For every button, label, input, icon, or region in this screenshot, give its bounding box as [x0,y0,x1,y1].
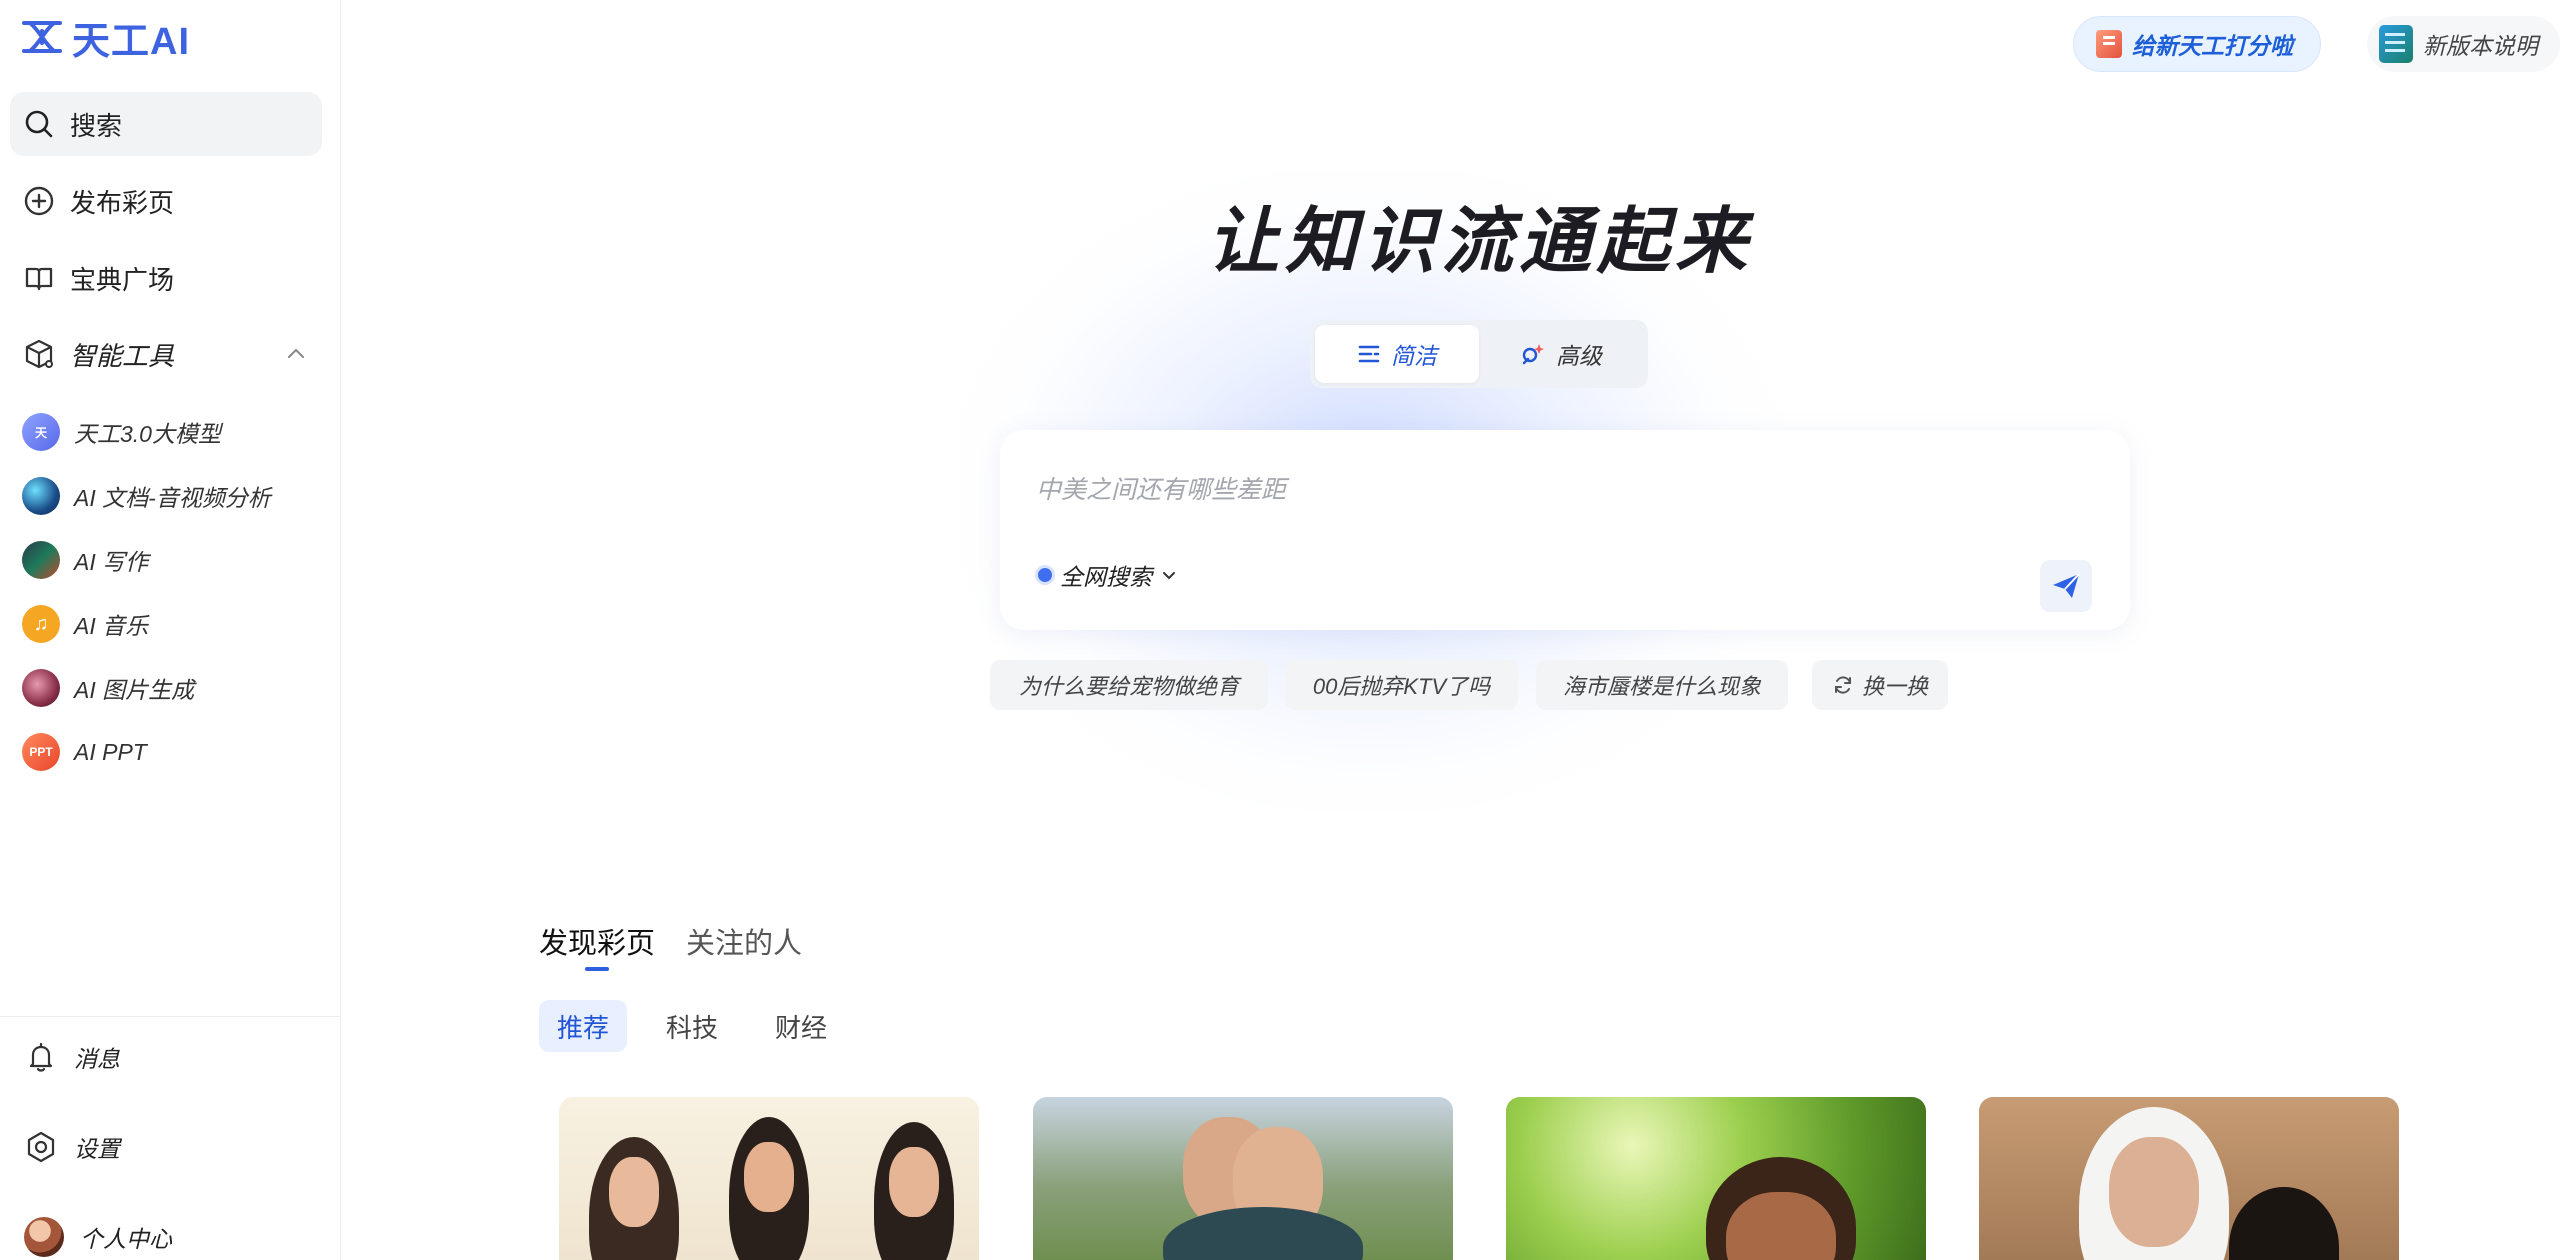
tool-label: AI 写作 [74,549,149,575]
refresh-suggestions-button[interactable]: 换一换 [1812,660,1948,710]
mode-switch: 简洁 高级 [1310,320,1648,388]
refresh-icon [1834,676,1851,694]
mode-label: 简洁 [1391,343,1437,369]
card-image [2229,1187,2339,1260]
sidebar-item-tools[interactable]: 智能工具 [10,322,322,386]
sidebar-item-label: 智能工具 [70,340,175,371]
release-notes-label: 新版本说明 [2423,33,2538,59]
send-button[interactable] [2040,560,2092,612]
paper-plane-icon [2053,573,2080,598]
refresh-label: 换一换 [1861,674,1928,699]
mode-label: 高级 [1556,343,1602,369]
release-notes-icon [2379,25,2413,63]
search-scope-dropdown[interactable]: 全网搜索 [1038,558,1178,592]
music-note-icon: ♫ [22,605,60,643]
logo[interactable]: 天工AI [20,12,191,63]
suggestion-text: 为什么要给宠物做绝育 [1018,674,1239,699]
sidebar-item-search[interactable]: 搜索 [10,92,322,156]
book-icon [22,261,56,295]
tool-label: AI 图片生成 [74,677,195,703]
tab-following[interactable]: 关注的人 [686,920,802,962]
card-image [2109,1137,2199,1247]
category-tech[interactable]: 科技 [648,1000,736,1052]
ai-writing-icon [22,541,60,579]
doc-av-analysis-icon [22,477,60,515]
cube-icon [22,337,56,371]
active-tab-indicator [585,967,609,971]
list-lines-icon [1358,345,1380,363]
logo-text: 天工AI [72,20,191,63]
tool-label: AI 文档-音视频分析 [74,485,271,511]
feed-card[interactable] [1506,1097,1926,1260]
card-image [889,1147,939,1217]
bottom-item-label: 消息 [74,1046,120,1072]
tool-doc-av-analysis[interactable]: AI 文档-音视频分析 [22,474,271,518]
sidebar-divider [0,1016,340,1017]
bottom-item-label: 设置 [74,1136,120,1162]
suggestion-chip[interactable]: 海市蜃楼是什么现象 [1536,660,1788,710]
search-icon [22,107,56,141]
sidebar-item-publish[interactable]: 发布彩页 [10,169,322,233]
suggestion-text: 海市蜃楼是什么现象 [1562,674,1761,699]
search-scope-label: 全网搜索 [1060,564,1152,590]
chevron-up-icon[interactable] [284,342,308,366]
tiangong-logo-icon [22,21,62,53]
tool-label: 天工3.0大模型 [74,421,221,447]
search-input[interactable] [1036,470,2036,510]
feed-card[interactable] [1033,1097,1453,1260]
settings-hex-icon [27,1131,55,1163]
tab-discover[interactable]: 发现彩页 [539,920,655,962]
tool-image-gen[interactable]: AI 图片生成 [22,666,194,710]
card-image [609,1157,659,1227]
feed-card[interactable] [1979,1097,2399,1260]
globe-dot-icon [1038,568,1052,582]
tiangong-model-icon: 天 [22,413,60,451]
tool-label: AI PPT [74,738,147,765]
rate-button[interactable]: 给新天工打分啦 [2073,16,2321,72]
sidebar-item-plaza[interactable]: 宝典广场 [10,246,322,310]
bell-icon [29,1042,53,1072]
sidebar-item-label: 宝典广场 [70,264,175,295]
category-finance[interactable]: 财经 [757,1000,845,1052]
suggestion-chip[interactable]: 为什么要给宠物做绝育 [990,660,1268,710]
ppt-icon: PPT [22,733,60,771]
card-image [1163,1207,1363,1260]
advanced-spark-icon [1522,344,1544,365]
suggestion-chip[interactable]: 00后抛弃KTV了吗 [1285,660,1518,710]
sidebar-item-messages[interactable]: 消息 [24,1032,120,1082]
sidebar: 天工AI 搜索 发布彩页 宝典广场 智能工具 天 天工3.0大模型 AI 文档-… [0,0,341,1260]
sidebar-item-profile[interactable]: 个人中心 [24,1212,172,1260]
rate-button-label: 给新天工打分啦 [2132,33,2293,59]
hero-title: 让知识流通起来 [1206,198,1753,283]
feed-card[interactable] [559,1097,979,1260]
category-recommend[interactable]: 推荐 [539,1000,628,1052]
tool-label: AI 音乐 [74,613,149,639]
sidebar-item-settings[interactable]: 设置 [24,1122,120,1172]
search-box: 全网搜索 [1000,430,2130,630]
plus-circle-icon [22,184,56,218]
image-gen-icon [22,669,60,707]
avatar [24,1217,64,1257]
tool-ai-writing[interactable]: AI 写作 [22,538,148,582]
tool-tiangong-model[interactable]: 天 天工3.0大模型 [22,410,221,454]
mode-simple[interactable]: 简洁 [1315,325,1479,383]
sidebar-item-label: 搜索 [70,110,123,141]
bottom-item-label: 个人中心 [80,1226,172,1252]
sidebar-item-label: 发布彩页 [70,187,175,218]
tool-ai-ppt[interactable]: PPT AI PPT [22,730,147,774]
suggestion-text: 00后抛弃KTV了吗 [1312,674,1491,699]
release-notes-button[interactable]: 新版本说明 [2367,16,2560,72]
tool-ai-music[interactable]: ♫ AI 音乐 [22,602,148,646]
chevron-down-icon [1163,572,1175,580]
rating-note-icon [2096,30,2122,58]
mode-advanced[interactable]: 高级 [1479,325,1643,383]
card-image [744,1142,794,1212]
